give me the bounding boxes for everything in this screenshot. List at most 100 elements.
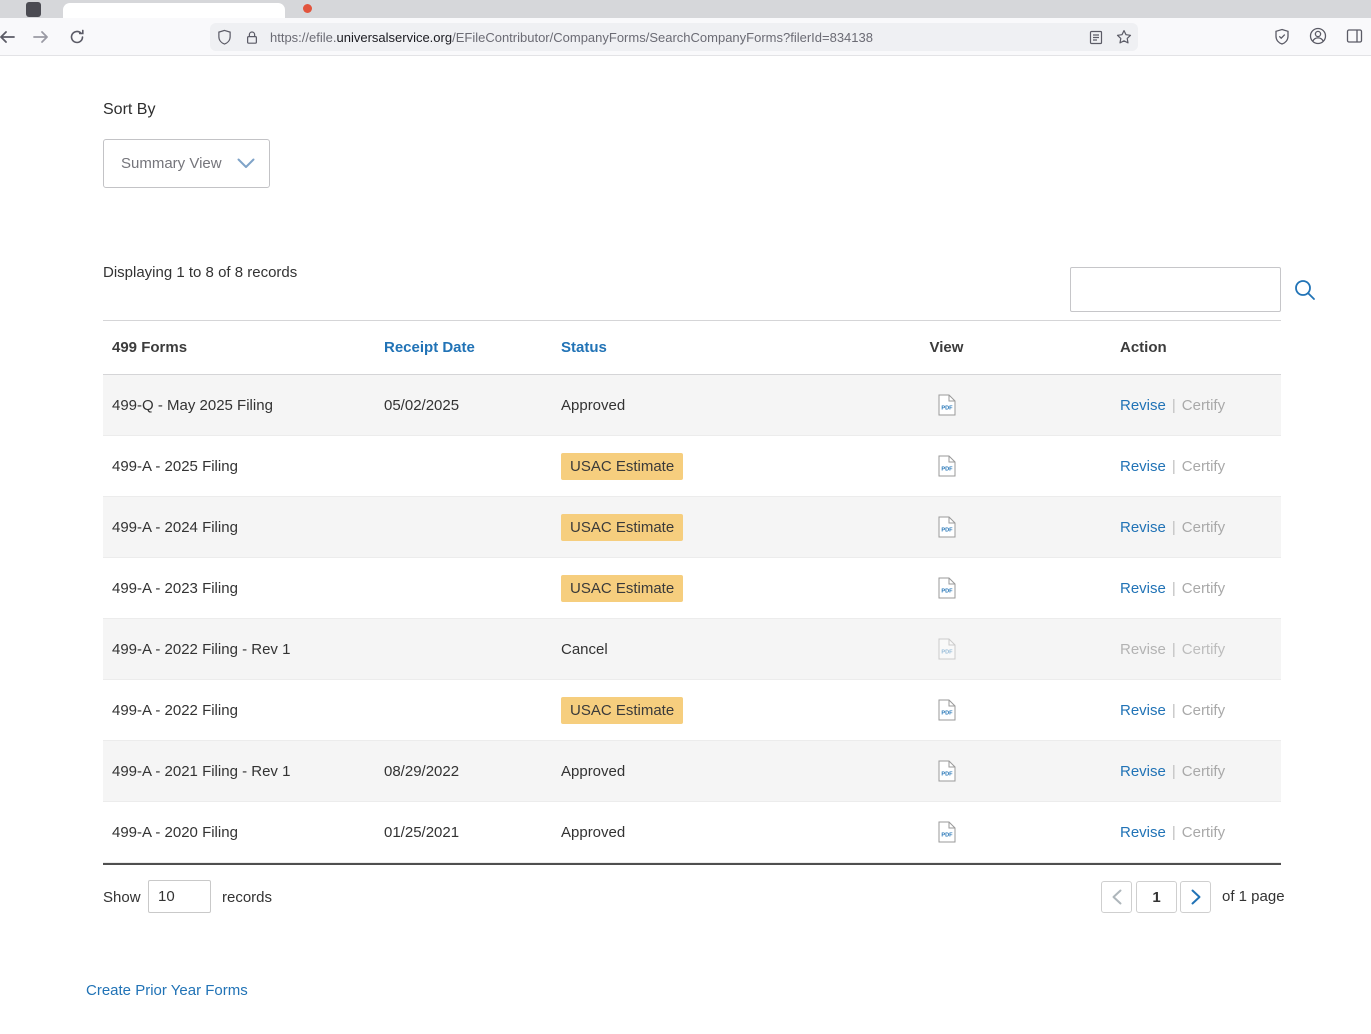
sort-view-dropdown-value: Summary View — [121, 155, 237, 172]
pdf-icon[interactable]: PDF — [938, 821, 956, 843]
forward-icon — [32, 29, 50, 45]
url-bar[interactable]: https://efile.universalservice.org/EFile… — [210, 23, 1138, 51]
view-cell: PDF — [786, 821, 1107, 843]
pdf-icon[interactable]: PDF — [938, 760, 956, 782]
page-count-label: of 1 page — [1222, 888, 1285, 905]
action-separator: | — [1166, 641, 1182, 658]
header-receipt-date[interactable]: Receipt Date — [374, 339, 548, 356]
revise-link[interactable]: Revise — [1120, 397, 1166, 414]
forward-button[interactable] — [28, 25, 54, 49]
show-label: Show — [103, 889, 141, 906]
active-tab[interactable] — [63, 3, 285, 18]
table-row: 499-A - 2025 Filing USAC Estimate PDF Re… — [103, 436, 1281, 497]
table-search-box — [1070, 267, 1281, 312]
table-row: 499-A - 2022 Filing USAC Estimate PDF Re… — [103, 680, 1281, 741]
back-button[interactable] — [0, 25, 20, 49]
status-text: Cancel — [561, 641, 608, 658]
receipt-date: 05/02/2025 — [374, 397, 548, 414]
previous-page-button[interactable] — [1101, 881, 1132, 913]
search-icon[interactable] — [1286, 278, 1324, 302]
pdf-icon[interactable]: PDF — [938, 699, 956, 721]
view-cell: PDF — [786, 638, 1107, 660]
certify-link[interactable]: Certify — [1182, 763, 1225, 780]
shield-icon[interactable] — [210, 29, 238, 45]
next-page-button[interactable] — [1180, 881, 1211, 913]
create-prior-year-forms-link[interactable]: Create Prior Year Forms — [86, 982, 248, 999]
table-row: 499-A - 2022 Filing - Rev 1 Cancel PDF R… — [103, 619, 1281, 680]
pdf-icon[interactable]: PDF — [938, 577, 956, 599]
url-scheme: https://efile. — [270, 30, 336, 45]
header-status[interactable]: Status — [548, 339, 786, 356]
action-separator: | — [1166, 702, 1182, 719]
view-cell: PDF — [786, 577, 1107, 599]
certify-link[interactable]: Certify — [1182, 702, 1225, 719]
records-summary: Displaying 1 to 8 of 8 records — [103, 264, 297, 281]
reload-button[interactable] — [64, 25, 90, 49]
pdf-icon[interactable]: PDF — [938, 516, 956, 538]
pdf-icon[interactable]: PDF — [938, 455, 956, 477]
status-cell: Approved — [548, 763, 786, 780]
view-cell: PDF — [786, 455, 1107, 477]
url-text: https://efile.universalservice.org/EFile… — [266, 30, 1082, 45]
certify-link: Certify — [1182, 641, 1225, 658]
certify-link[interactable]: Certify — [1182, 397, 1225, 414]
revise-link[interactable]: Revise — [1120, 580, 1166, 597]
pdf-icon: PDF — [938, 638, 956, 660]
sidebar-icon[interactable] — [1343, 25, 1365, 47]
reader-mode-icon[interactable] — [1082, 30, 1110, 45]
status-text: Approved — [561, 397, 625, 414]
view-cell: PDF — [786, 699, 1107, 721]
page-content: Sort By Summary View Displaying 1 to 8 o… — [0, 57, 1371, 1034]
form-name: 499-A - 2024 Filing — [103, 519, 374, 536]
svg-text:PDF: PDF — [941, 772, 953, 778]
forms-table: 499 Forms Receipt Date Status View Actio… — [103, 320, 1281, 865]
status-badge: USAC Estimate — [561, 697, 683, 724]
action-cell: Revise|Certify — [1107, 458, 1281, 475]
revise-link[interactable]: Revise — [1120, 824, 1166, 841]
bookmark-star-icon[interactable] — [1110, 29, 1138, 45]
status-cell: Approved — [548, 397, 786, 414]
form-name: 499-A - 2025 Filing — [103, 458, 374, 475]
revise-link[interactable]: Revise — [1120, 702, 1166, 719]
revise-link: Revise — [1120, 641, 1166, 658]
table-row: 499-Q - May 2025 Filing 05/02/2025 Appro… — [103, 375, 1281, 436]
url-domain: universalservice.org — [336, 30, 452, 45]
view-cell: PDF — [786, 394, 1107, 416]
certify-link[interactable]: Certify — [1182, 580, 1225, 597]
account-icon[interactable] — [1307, 25, 1329, 47]
reload-icon — [69, 29, 85, 45]
revise-link[interactable]: Revise — [1120, 458, 1166, 475]
records-per-page-input[interactable] — [148, 880, 211, 913]
pdf-icon[interactable]: PDF — [938, 394, 956, 416]
action-cell: Revise|Certify — [1107, 763, 1281, 780]
app-menu-icon[interactable] — [26, 2, 41, 17]
receipt-date: 08/29/2022 — [374, 763, 548, 780]
action-separator: | — [1166, 763, 1182, 780]
certify-link[interactable]: Certify — [1182, 519, 1225, 536]
svg-text:PDF: PDF — [941, 528, 953, 534]
privacy-shield-icon[interactable] — [1271, 25, 1293, 47]
view-cell: PDF — [786, 516, 1107, 538]
chevron-down-icon — [237, 158, 255, 169]
form-name: 499-Q - May 2025 Filing — [103, 397, 374, 414]
sort-view-dropdown[interactable]: Summary View — [103, 139, 270, 188]
status-cell: USAC Estimate — [548, 575, 786, 602]
status-text: Approved — [561, 763, 625, 780]
sort-by-label: Sort By — [103, 101, 155, 119]
status-cell: USAC Estimate — [548, 514, 786, 541]
revise-link[interactable]: Revise — [1120, 519, 1166, 536]
tab-strip — [0, 0, 1371, 18]
certify-link[interactable]: Certify — [1182, 824, 1225, 841]
navigation-toolbar: https://efile.universalservice.org/EFile… — [0, 18, 1371, 56]
back-icon — [0, 29, 16, 45]
form-name: 499-A - 2022 Filing — [103, 702, 374, 719]
action-cell: Revise|Certify — [1107, 702, 1281, 719]
revise-link[interactable]: Revise — [1120, 763, 1166, 780]
search-input[interactable] — [1071, 268, 1286, 311]
certify-link[interactable]: Certify — [1182, 458, 1225, 475]
svg-text:PDF: PDF — [941, 467, 953, 473]
tab-favicon-dot — [303, 4, 312, 13]
chevron-right-icon — [1191, 889, 1201, 905]
lock-icon[interactable] — [238, 30, 266, 45]
header-action: Action — [1107, 339, 1281, 356]
